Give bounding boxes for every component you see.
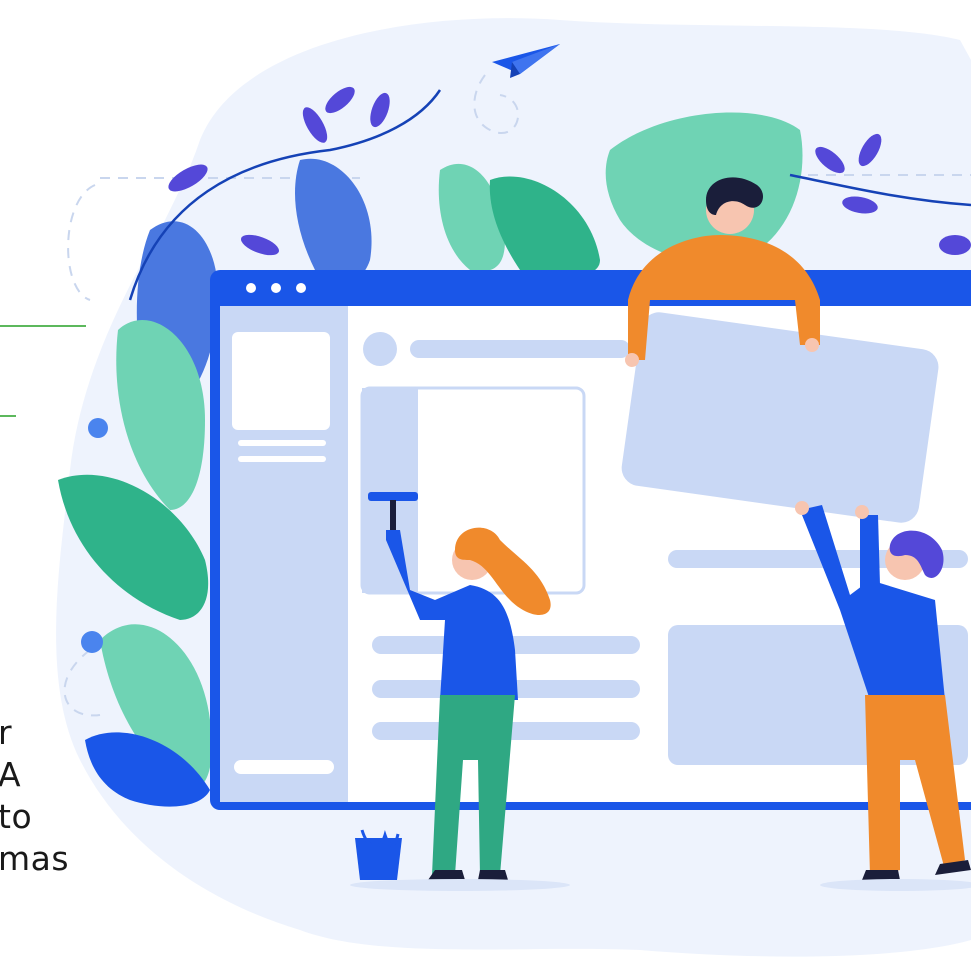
text-fragment: mas (0, 839, 70, 878)
ground-shadow (350, 879, 570, 891)
text-fragment: A (0, 755, 22, 794)
window-dot (296, 283, 306, 293)
window-dot (271, 283, 281, 293)
text-fragment: to (0, 797, 33, 836)
text-fragment: r (0, 713, 13, 752)
window-dot (246, 283, 256, 293)
decor-dot (81, 631, 103, 653)
web-building-illustration (56, 18, 971, 957)
decor-dot (88, 418, 108, 438)
cropped-paragraph-text: r A to mas (0, 712, 69, 880)
